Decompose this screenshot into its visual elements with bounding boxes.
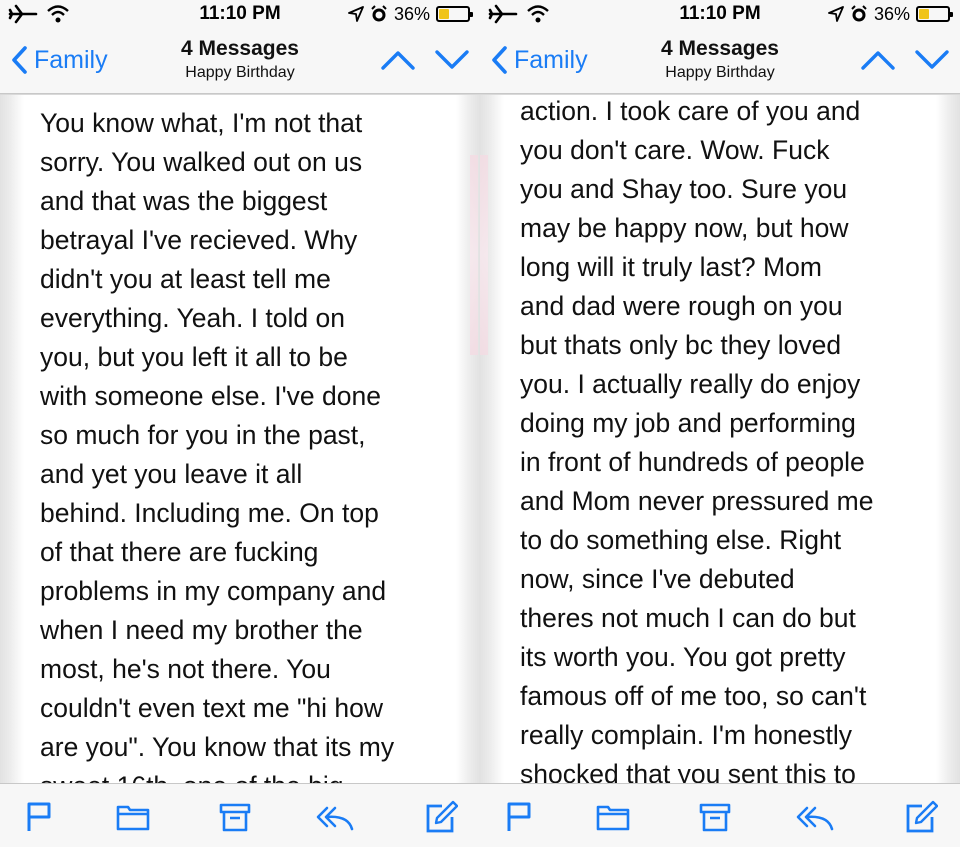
- archive-icon[interactable]: [218, 800, 252, 834]
- compose-icon[interactable]: [904, 800, 938, 834]
- message-line: doing my job and performing: [520, 408, 856, 438]
- status-bar: 11:10 PM 36%: [0, 0, 480, 28]
- message-line: may be happy now, but how: [520, 213, 849, 243]
- message-line: action. I took care of you and: [520, 96, 861, 126]
- battery-percent: 36%: [393, 3, 430, 24]
- bottom-toolbar: [0, 783, 480, 847]
- compose-icon[interactable]: [424, 800, 458, 834]
- edge-tint: [470, 155, 478, 355]
- message-line: you don't care. Wow. Fuck: [520, 135, 830, 165]
- archive-icon[interactable]: [698, 800, 732, 834]
- message-line: with someone else. I've done: [40, 381, 381, 411]
- message-line: sweet 16th, one of the big: [40, 767, 450, 783]
- nav-bar: Family 4 Messages Happy Birthday: [480, 28, 960, 94]
- message-line: couldn't even text me "hi how: [40, 693, 383, 723]
- message-line: you. I actually really do enjoy: [520, 369, 861, 399]
- message-body[interactable]: action. I took care of you and you don't…: [480, 95, 960, 783]
- message-line: so much for you in the past,: [40, 420, 366, 450]
- location-icon: [828, 6, 844, 22]
- message-line: problems in my company and: [40, 576, 387, 606]
- folder-icon[interactable]: [596, 800, 630, 834]
- mail-screen-left: 11:10 PM 36% Family 4 Messages Happy Bir…: [0, 0, 480, 847]
- nav-bar: Family 4 Messages Happy Birthday: [0, 28, 480, 94]
- message-line: and dad were rough on you: [520, 291, 843, 321]
- message-text: You know what, I'm not that sorry. You w…: [40, 104, 450, 783]
- message-nav-arrows: [860, 42, 950, 78]
- message-line: shocked that you sent this to: [520, 759, 856, 783]
- message-line: and yet you leave it all: [40, 459, 303, 489]
- message-line: didn't you at least tell me: [40, 264, 331, 294]
- battery-percent: 36%: [873, 3, 910, 24]
- message-line: its worth you. You got pretty: [520, 642, 846, 672]
- message-line: and that was the biggest: [40, 186, 328, 216]
- message-line: sorry. You walked out on us: [40, 147, 363, 177]
- flag-icon[interactable]: [502, 800, 536, 834]
- battery-icon: [436, 6, 473, 22]
- message-line: to do something else. Right: [520, 525, 842, 555]
- status-right: 36%: [348, 2, 473, 26]
- flag-icon[interactable]: [22, 800, 56, 834]
- edge-tint: [480, 155, 488, 355]
- message-line: theres not much I can do but: [520, 603, 856, 633]
- message-line: really complain. I'm honestly: [520, 720, 853, 750]
- message-line: now, since I've debuted: [520, 564, 795, 594]
- message-text: action. I took care of you and you don't…: [520, 95, 930, 783]
- message-line: long will it truly last? Mom: [520, 252, 822, 282]
- message-body[interactable]: You know what, I'm not that sorry. You w…: [0, 95, 480, 783]
- bottom-toolbar: [480, 783, 960, 847]
- folder-icon[interactable]: [116, 800, 150, 834]
- message-line: in front of hundreds of people: [520, 447, 865, 477]
- message-line: you and Shay too. Sure you: [520, 174, 848, 204]
- message-nav-arrows: [380, 42, 470, 78]
- message-line: and Mom never pressured me: [520, 486, 874, 516]
- status-right: 36%: [828, 2, 953, 26]
- message-line: are you". You know that its my: [40, 732, 395, 762]
- message-line: most, he's not there. You: [40, 654, 331, 684]
- message-line: famous off of me too, so can't: [520, 681, 867, 711]
- chevron-up-icon[interactable]: [860, 49, 896, 71]
- message-line: but thats only bc they loved: [520, 330, 842, 360]
- message-line: behind. Including me. On top: [40, 498, 379, 528]
- chevron-down-icon[interactable]: [914, 49, 950, 71]
- alarm-icon: [371, 5, 387, 22]
- message-line: of that there are fucking: [40, 537, 319, 567]
- message-line: everything. Yeah. I told on: [40, 303, 345, 333]
- message-line: when I need my brother the: [40, 615, 363, 645]
- chevron-down-icon[interactable]: [434, 49, 470, 71]
- reply-icon[interactable]: [796, 800, 836, 834]
- alarm-icon: [851, 5, 867, 22]
- status-bar: 11:10 PM 36%: [480, 0, 960, 28]
- battery-icon: [916, 6, 953, 22]
- message-line: You know what, I'm not that: [40, 108, 363, 138]
- message-line: betrayal I've recieved. Why: [40, 225, 358, 255]
- reply-icon[interactable]: [316, 800, 356, 834]
- chevron-up-icon[interactable]: [380, 49, 416, 71]
- location-icon: [348, 6, 364, 22]
- message-line: you, but you left it all to be: [40, 342, 348, 372]
- mail-screen-right: 11:10 PM 36% Family 4 Messages Happy Bir…: [480, 0, 960, 847]
